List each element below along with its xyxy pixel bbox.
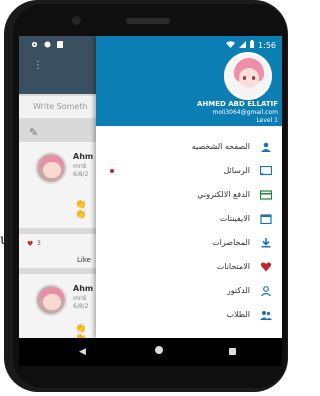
post-date: 6/8/2 [73, 303, 89, 310]
doctor-icon [260, 286, 272, 297]
front-camera [72, 16, 81, 25]
group-icon [260, 310, 272, 320]
menu-item-payment[interactable]: الدفع الالكتروني [96, 184, 282, 208]
background-text: u [0, 232, 10, 248]
settings-icon [31, 41, 38, 48]
heart-icon [260, 262, 272, 272]
post-card[interactable]: Ahm mrdi 6/8/2 👏👏 [19, 274, 96, 338]
circle-icon [44, 41, 51, 48]
menu-item-label: الصفحه الشخصيه [191, 142, 250, 151]
menu-item-label: المحاضرات [212, 238, 250, 247]
unread-badge [110, 169, 114, 173]
back-icon[interactable]: ◀ [79, 347, 86, 357]
compose-input[interactable]: Write Someth [19, 96, 96, 118]
menu-item-exams[interactable]: الامتحانات [96, 256, 282, 280]
menu-item-events[interactable]: الايفينتات [96, 208, 282, 232]
menu-item-label: الطلاب [226, 310, 250, 319]
menu-item-label: الدكتور [226, 286, 250, 295]
menu-item-label: الدفع الالكتروني [197, 190, 250, 199]
system-navigation-bar: ◀ [19, 338, 282, 366]
post-subtitle: mrdi [73, 295, 87, 302]
message-icon [259, 165, 273, 176]
menu-item-label: الامتحانات [216, 262, 250, 271]
card-icon [259, 190, 273, 200]
recent-apps-icon[interactable] [229, 348, 236, 355]
device-screen: ⋮ Write Someth ✎ Ahm mrdi 6/8/2 👏👏 ♥ 3 L… [19, 36, 282, 338]
person-icon [260, 142, 272, 152]
avatar[interactable] [35, 152, 67, 184]
like-button[interactable]: Like [77, 256, 91, 264]
calendar-icon [260, 214, 272, 225]
system-icons: 1:56 [226, 40, 276, 50]
avatar[interactable] [35, 284, 67, 316]
status-time: 1:56 [258, 40, 276, 50]
status-bar: 1:56 [19, 36, 282, 56]
user-email: moli3064@gmail.com [212, 109, 278, 116]
signal-icon [239, 40, 247, 50]
menu-item-label: الايفينتات [219, 214, 250, 223]
wifi-icon [226, 40, 236, 50]
likes-row: ♥ 3 Like [19, 234, 96, 268]
menu-item-profile[interactable]: الصفحه الشخصيه [96, 136, 282, 160]
drawer-menu: الصفحه الشخصيه الرسائل الدفع الالكتروني [96, 136, 282, 328]
menu-item-messages[interactable]: الرسائل [96, 160, 282, 184]
battery-icon [250, 40, 255, 50]
heart-icon[interactable]: ♥ [27, 240, 33, 248]
post-card[interactable]: Ahm mrdi 6/8/2 👏👏 [19, 142, 96, 228]
menu-item-students[interactable]: الطلاب [96, 304, 282, 328]
menu-item-lectures[interactable]: المحاضرات [96, 232, 282, 256]
user-level: Level 1 [256, 117, 278, 124]
profile-avatar[interactable] [224, 52, 272, 100]
attach-icon[interactable]: ✎ [29, 126, 38, 139]
menu-item-label: الرسائل [223, 166, 251, 175]
overflow-menu-icon[interactable]: ⋮ [33, 60, 43, 71]
sd-card-icon [57, 41, 64, 48]
menu-item-doctor[interactable]: الدكتور [96, 280, 282, 304]
post-author: Ahm [73, 152, 94, 161]
clap-icon: 👏👏 [75, 200, 87, 220]
download-icon [260, 238, 272, 248]
post-subtitle: mrdi [73, 163, 87, 170]
earpiece-speaker [126, 18, 170, 24]
navigation-drawer: AHMED ABD ELLATIF moli3064@gmail.com Lev… [96, 36, 282, 338]
clap-icon: 👏👏 [75, 324, 87, 338]
likes-count: 3 [37, 240, 41, 247]
home-icon[interactable] [155, 346, 163, 354]
post-date: 6/8/2 [73, 171, 89, 178]
post-author: Ahm [73, 284, 94, 293]
user-name: AHMED ABD ELLATIF [196, 100, 278, 108]
notification-icons [31, 41, 64, 48]
